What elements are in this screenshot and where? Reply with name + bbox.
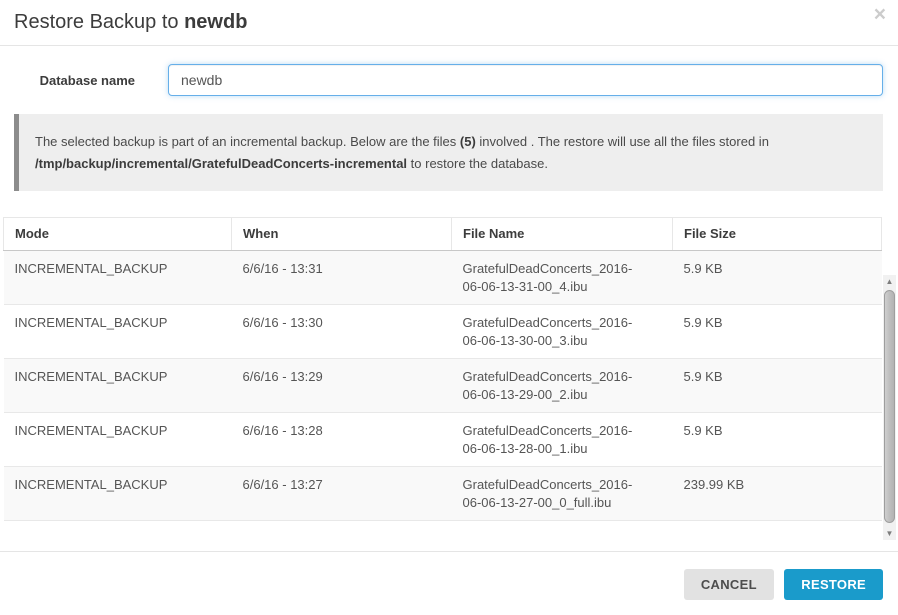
table-body: INCREMENTAL_BACKUP6/6/16 - 13:31Grateful… <box>4 251 882 521</box>
close-icon[interactable]: × <box>874 4 886 25</box>
dialog-title-text: Restore Backup to <box>14 11 184 33</box>
column-header-when: When <box>232 218 452 251</box>
cell-file-size: 5.9 KB <box>673 359 882 413</box>
table-header: ModeWhenFile NameFile Size <box>4 218 882 251</box>
dialog-footer: CANCEL RESTORE <box>0 551 898 600</box>
cell-when: 6/6/16 - 13:30 <box>232 305 452 359</box>
cell-file-size: 5.9 KB <box>673 413 882 467</box>
cell-mode: INCREMENTAL_BACKUP <box>4 413 232 467</box>
cancel-button[interactable]: CANCEL <box>684 569 774 600</box>
table-scrollbar[interactable]: ▲ ▼ <box>883 275 896 540</box>
database-name-label: Database name <box>14 73 135 88</box>
cell-file-name: GratefulDeadConcerts_2016-06-06-13-27-00… <box>452 467 673 521</box>
scrollbar-up-arrow-icon[interactable]: ▲ <box>883 275 896 288</box>
info-text-2: involved . The restore will use all the … <box>476 134 769 149</box>
dialog-header: Restore Backup to newdb × <box>0 0 898 46</box>
incremental-info-box: The selected backup is part of an increm… <box>14 114 883 191</box>
database-name-row: Database name <box>14 64 883 96</box>
cell-mode: INCREMENTAL_BACKUP <box>4 305 232 359</box>
restore-button[interactable]: RESTORE <box>784 569 883 600</box>
cell-file-size: 239.99 KB <box>673 467 882 521</box>
cell-when: 6/6/16 - 13:28 <box>232 413 452 467</box>
cell-file-size: 5.9 KB <box>673 305 882 359</box>
table-row[interactable]: INCREMENTAL_BACKUP6/6/16 - 13:30Grateful… <box>4 305 882 359</box>
cell-mode: INCREMENTAL_BACKUP <box>4 251 232 305</box>
cell-when: 6/6/16 - 13:31 <box>232 251 452 305</box>
dialog-title-dbname: newdb <box>184 11 247 33</box>
backup-files-table-area: ModeWhenFile NameFile Size INCREMENTAL_B… <box>3 217 882 521</box>
info-text-1: The selected backup is part of an increm… <box>35 134 460 149</box>
cell-file-name: GratefulDeadConcerts_2016-06-06-13-31-00… <box>452 251 673 305</box>
table-row[interactable]: INCREMENTAL_BACKUP6/6/16 - 13:28Grateful… <box>4 413 882 467</box>
info-file-count: (5) <box>460 134 476 149</box>
column-header-mode: Mode <box>4 218 232 251</box>
dialog-title: Restore Backup to newdb <box>14 11 883 34</box>
info-backup-path: /tmp/backup/incremental/GratefulDeadConc… <box>35 156 407 171</box>
column-header-file-size: File Size <box>673 218 882 251</box>
restore-backup-dialog: Restore Backup to newdb × Database name … <box>0 0 898 615</box>
cell-file-name: GratefulDeadConcerts_2016-06-06-13-30-00… <box>452 305 673 359</box>
cell-when: 6/6/16 - 13:27 <box>232 467 452 521</box>
backup-files-table: ModeWhenFile NameFile Size INCREMENTAL_B… <box>3 217 882 521</box>
table-row[interactable]: INCREMENTAL_BACKUP6/6/16 - 13:29Grateful… <box>4 359 882 413</box>
table-row[interactable]: INCREMENTAL_BACKUP6/6/16 - 13:27Grateful… <box>4 467 882 521</box>
database-name-input[interactable] <box>168 64 883 96</box>
cell-when: 6/6/16 - 13:29 <box>232 359 452 413</box>
cell-file-name: GratefulDeadConcerts_2016-06-06-13-28-00… <box>452 413 673 467</box>
cell-file-size: 5.9 KB <box>673 251 882 305</box>
table-row[interactable]: INCREMENTAL_BACKUP6/6/16 - 13:31Grateful… <box>4 251 882 305</box>
cell-mode: INCREMENTAL_BACKUP <box>4 359 232 413</box>
column-header-file-name: File Name <box>452 218 673 251</box>
scrollbar-thumb[interactable] <box>884 290 895 523</box>
scrollbar-down-arrow-icon[interactable]: ▼ <box>883 527 896 540</box>
cell-file-name: GratefulDeadConcerts_2016-06-06-13-29-00… <box>452 359 673 413</box>
info-text-3: to restore the database. <box>407 156 548 171</box>
cell-mode: INCREMENTAL_BACKUP <box>4 467 232 521</box>
